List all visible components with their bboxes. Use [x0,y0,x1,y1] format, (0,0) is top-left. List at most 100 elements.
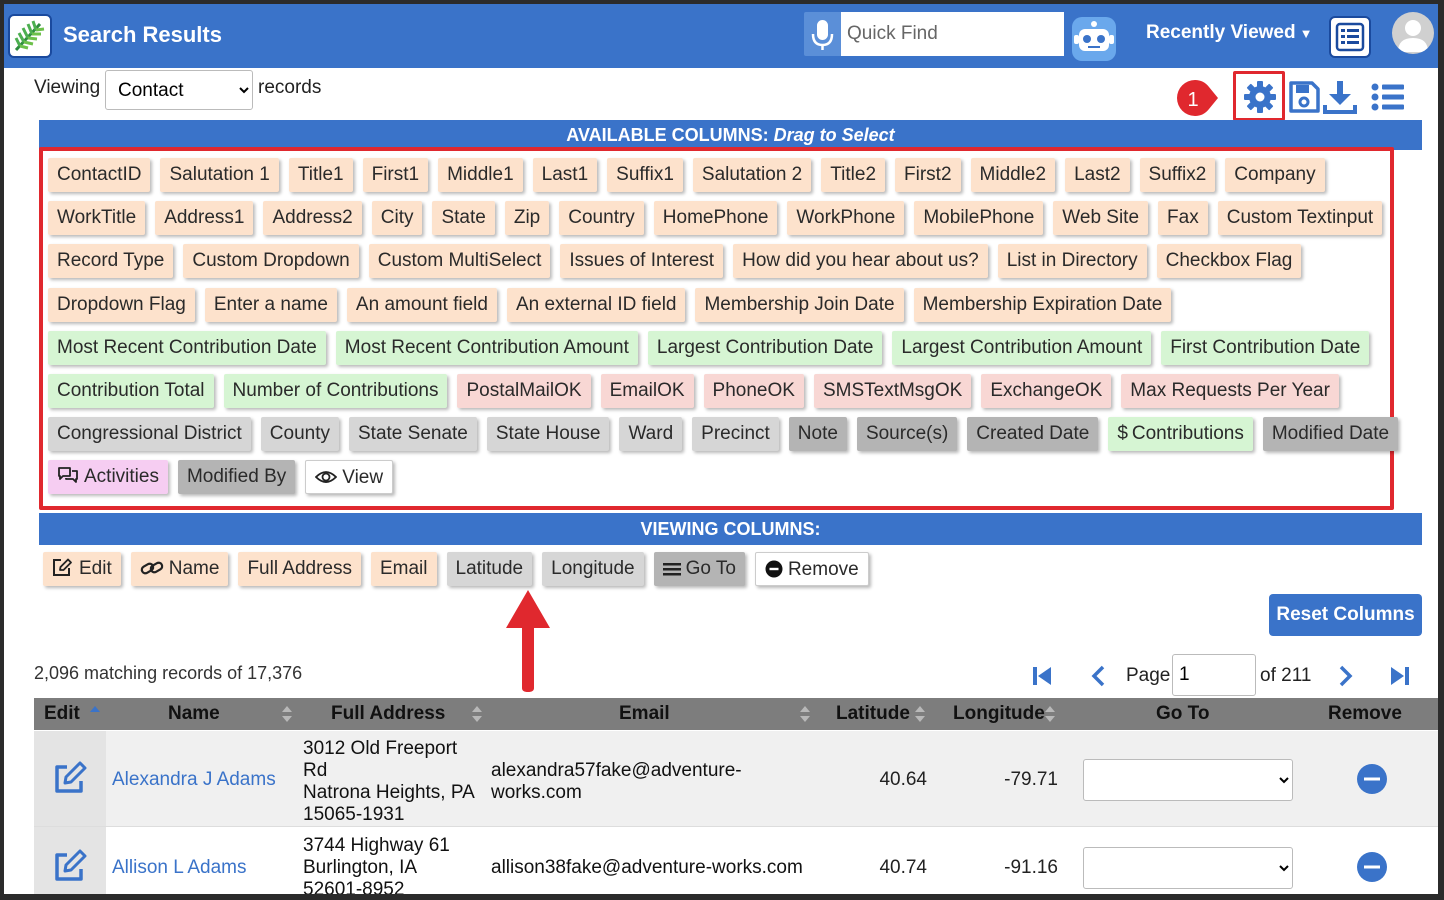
column-chip-last2[interactable]: Last2 [1065,158,1130,192]
column-chip-congressional-district[interactable]: Congressional District [48,417,251,452]
column-chip-web-site[interactable]: Web Site [1053,201,1149,236]
column-chip-dropdown-flag[interactable]: Dropdown Flag [48,287,195,322]
column-chip-country[interactable]: Country [559,201,644,236]
column-chip-last1[interactable]: Last1 [532,158,598,192]
column-chip-issues-of-interest[interactable]: Issues of Interest [560,244,724,279]
column-chip-salutation-1[interactable]: Salutation 1 [160,158,279,192]
column-chip-precinct[interactable]: Precinct [692,417,779,452]
column-chip-latitude[interactable]: Latitude [446,552,533,586]
column-chip-longitude[interactable]: Longitude [542,552,644,586]
main-menu-button[interactable] [1329,16,1371,58]
download-icon[interactable] [1322,79,1358,115]
first-page-icon[interactable] [1030,664,1054,688]
column-chip-salutation-2[interactable]: Salutation 2 [692,158,812,192]
column-chip-view[interactable]: View [305,460,394,495]
column-chip-note[interactable]: Note [788,417,847,452]
column-chip-modified-date[interactable]: Modified Date [1262,417,1399,452]
column-chip-title2[interactable]: Title2 [821,158,886,192]
column-chip-first2[interactable]: First2 [895,158,961,192]
column-chip-created-date[interactable]: Created Date [967,417,1099,452]
column-chip-an-amount-field[interactable]: An amount field [346,287,497,322]
page-number-input[interactable] [1172,654,1256,696]
column-chip-full-address[interactable]: Full Address [238,552,361,586]
column-chip-county[interactable]: County [260,417,339,452]
column-chip-zip[interactable]: Zip [504,201,550,236]
column-chip-mobilephone[interactable]: MobilePhone [914,201,1044,236]
column-chip-go-to[interactable]: Go To [653,552,745,586]
column-chip-contributions[interactable]: $ Contributions [1108,417,1253,452]
column-chip-exchangeok[interactable]: ExchangeOK [981,373,1112,408]
sort-icon[interactable] [281,705,293,723]
column-chip-largest-contribution-date[interactable]: Largest Contribution Date [647,330,883,365]
voice-search-button[interactable] [804,12,841,56]
sort-icon[interactable] [471,705,483,723]
column-chip-remove[interactable]: Remove [754,552,869,586]
remove-icon[interactable] [1356,851,1388,883]
sort-icon[interactable] [799,705,811,723]
column-chip-enter-a-name[interactable]: Enter a name [204,287,337,322]
column-chip-activities[interactable]: Activities [48,460,168,495]
column-chip-most-recent-contribution-amount[interactable]: Most Recent Contribution Amount [335,330,638,365]
column-chip-modified-by[interactable]: Modified By [177,460,296,495]
recently-viewed-menu[interactable]: Recently Viewed ▼ [1146,22,1312,44]
column-chip-email[interactable]: Email [370,552,437,586]
col-header-longitude[interactable]: Longitude [953,698,1045,730]
column-chip-emailok[interactable]: EmailOK [600,373,694,408]
column-chip-city[interactable]: City [371,201,423,236]
assistant-bot-button[interactable] [1068,13,1120,65]
edit-icon[interactable] [51,761,87,797]
column-chip-contribution-total[interactable]: Contribution Total [48,373,214,408]
column-chip-suffix2[interactable]: Suffix2 [1139,158,1216,192]
column-chip-workphone[interactable]: WorkPhone [787,201,905,236]
column-chip-largest-contribution-amount[interactable]: Largest Contribution Amount [892,330,1152,365]
contact-name-link[interactable]: Alexandra J Adams [112,769,276,791]
column-chip-smstextmsgok[interactable]: SMSTextMsgOK [813,373,972,408]
edit-icon[interactable] [51,849,87,885]
column-chip-custom-textinput[interactable]: Custom Textinput [1217,201,1383,236]
column-chip-phoneok[interactable]: PhoneOK [703,373,804,408]
column-chip-state-house[interactable]: State House [486,417,610,452]
column-chip-middle2[interactable]: Middle2 [970,158,1056,192]
column-chip-postalmailok[interactable]: PostalMailOK [457,373,591,408]
sort-icon[interactable] [914,705,926,723]
sort-icon[interactable] [1044,705,1056,723]
go-to-select[interactable] [1083,847,1293,889]
column-chip-address1[interactable]: Address1 [155,201,254,236]
column-chip-checkbox-flag[interactable]: Checkbox Flag [1156,244,1302,279]
column-chip-first-contribution-date[interactable]: First Contribution Date [1161,330,1370,365]
last-page-icon[interactable] [1388,664,1412,688]
column-chip-ward[interactable]: Ward [619,417,683,452]
column-chip-custom-dropdown[interactable]: Custom Dropdown [183,244,359,279]
col-header-edit[interactable]: Edit [44,698,80,730]
record-type-select[interactable]: Contact [105,70,253,110]
sort-asc-icon[interactable] [89,705,101,723]
column-chip-list-in-directory[interactable]: List in Directory [997,244,1147,279]
column-chip-how-did-you-hear-about-us[interactable]: How did you hear about us? [733,244,988,279]
col-header-full-address[interactable]: Full Address [331,698,445,730]
column-chip-suffix1[interactable]: Suffix1 [607,158,683,192]
column-chip-address2[interactable]: Address2 [263,201,362,236]
column-chip-membership-expiration-date[interactable]: Membership Expiration Date [913,287,1172,322]
column-chip-homephone[interactable]: HomePhone [653,201,778,236]
col-header-latitude[interactable]: Latitude [836,698,910,730]
remove-icon[interactable] [1356,763,1388,795]
column-chip-most-recent-contribution-date[interactable]: Most Recent Contribution Date [48,330,326,365]
list-icon[interactable] [1370,79,1406,115]
column-chip-middle1[interactable]: Middle1 [438,158,523,192]
column-chip-contactid[interactable]: ContactID [48,158,151,192]
quick-find-input[interactable] [841,12,1064,56]
column-chip-an-external-id-field[interactable]: An external ID field [506,287,686,322]
gear-icon[interactable] [1242,79,1278,115]
column-chip-first1[interactable]: First1 [362,158,429,192]
column-chip-record-type[interactable]: Record Type [48,244,174,279]
column-chip-worktitle[interactable]: WorkTitle [48,201,146,236]
save-icon[interactable] [1286,79,1322,115]
col-header-name[interactable]: Name [168,698,220,730]
column-chip-state[interactable]: State [432,201,495,236]
contact-name-link[interactable]: Allison L Adams [112,857,246,879]
column-chip-title1[interactable]: Title1 [288,158,353,192]
column-chip-edit[interactable]: Edit [43,552,121,586]
previous-page-icon[interactable] [1087,664,1111,688]
column-chip-membership-join-date[interactable]: Membership Join Date [695,287,904,322]
column-chip-company[interactable]: Company [1225,158,1325,192]
